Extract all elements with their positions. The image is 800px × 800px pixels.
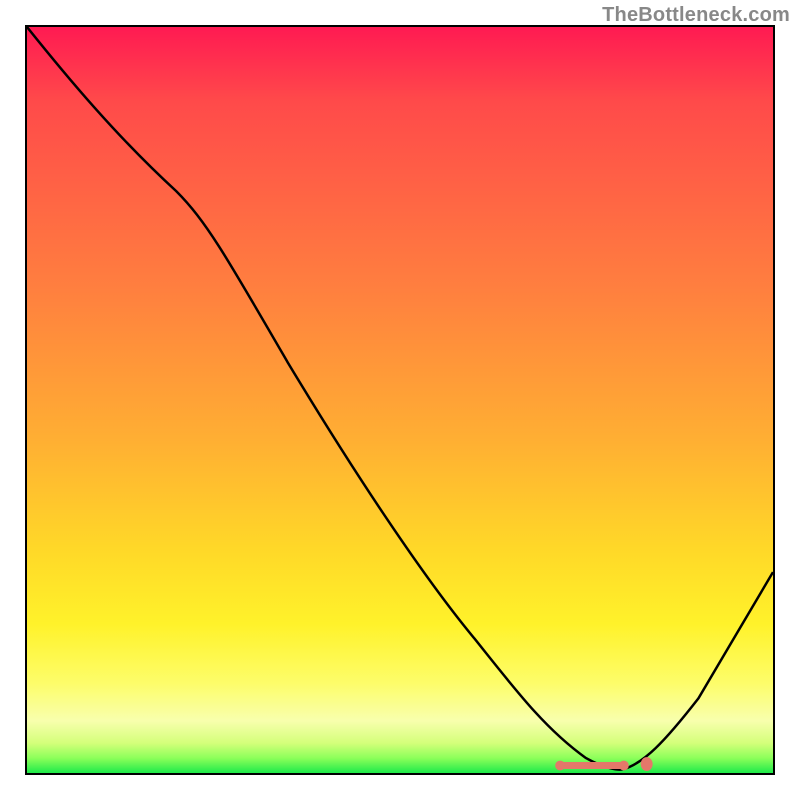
chart-container: TheBottleneck.com xyxy=(0,0,800,800)
optimal-range-start-icon xyxy=(555,761,565,771)
attribution-label: TheBottleneck.com xyxy=(602,4,790,27)
optimal-range-end-icon xyxy=(619,761,629,771)
optimal-range-marker xyxy=(559,762,625,769)
bottleneck-curve xyxy=(27,27,773,773)
curve-path xyxy=(27,27,773,770)
optimal-point-marker xyxy=(641,757,653,771)
plot-area xyxy=(25,25,775,775)
